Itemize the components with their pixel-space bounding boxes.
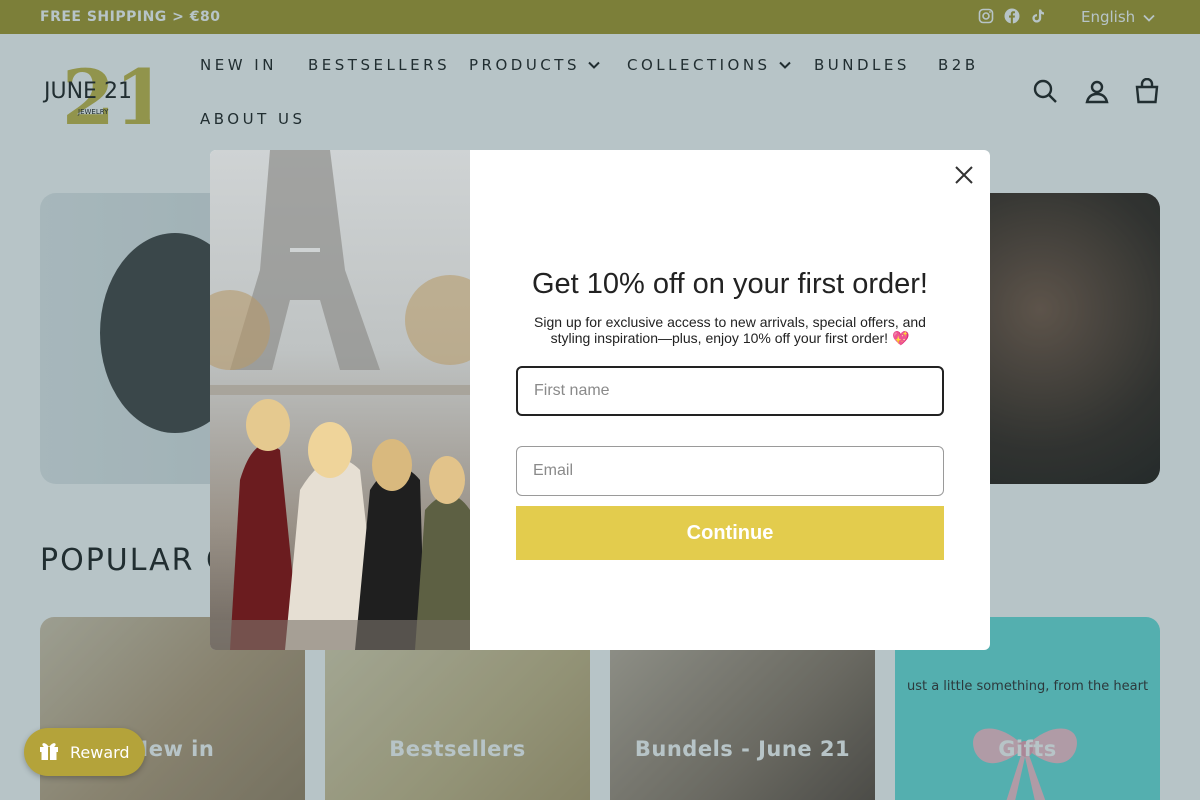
close-icon[interactable] — [952, 163, 976, 187]
continue-button[interactable]: Continue — [516, 506, 944, 560]
signup-modal: Get 10% off on your first order! Sign up… — [210, 150, 990, 650]
reward-button[interactable]: Reward — [24, 728, 145, 776]
email-field[interactable] — [516, 446, 944, 496]
modal-photo — [210, 150, 470, 650]
first-name-field[interactable] — [516, 366, 944, 416]
popup-subtitle: Sign up for exclusive access to new arri… — [534, 314, 926, 346]
reward-label: Reward — [70, 742, 130, 762]
popup-title: Get 10% off on your first order! — [532, 268, 928, 300]
gift-icon — [38, 739, 60, 766]
